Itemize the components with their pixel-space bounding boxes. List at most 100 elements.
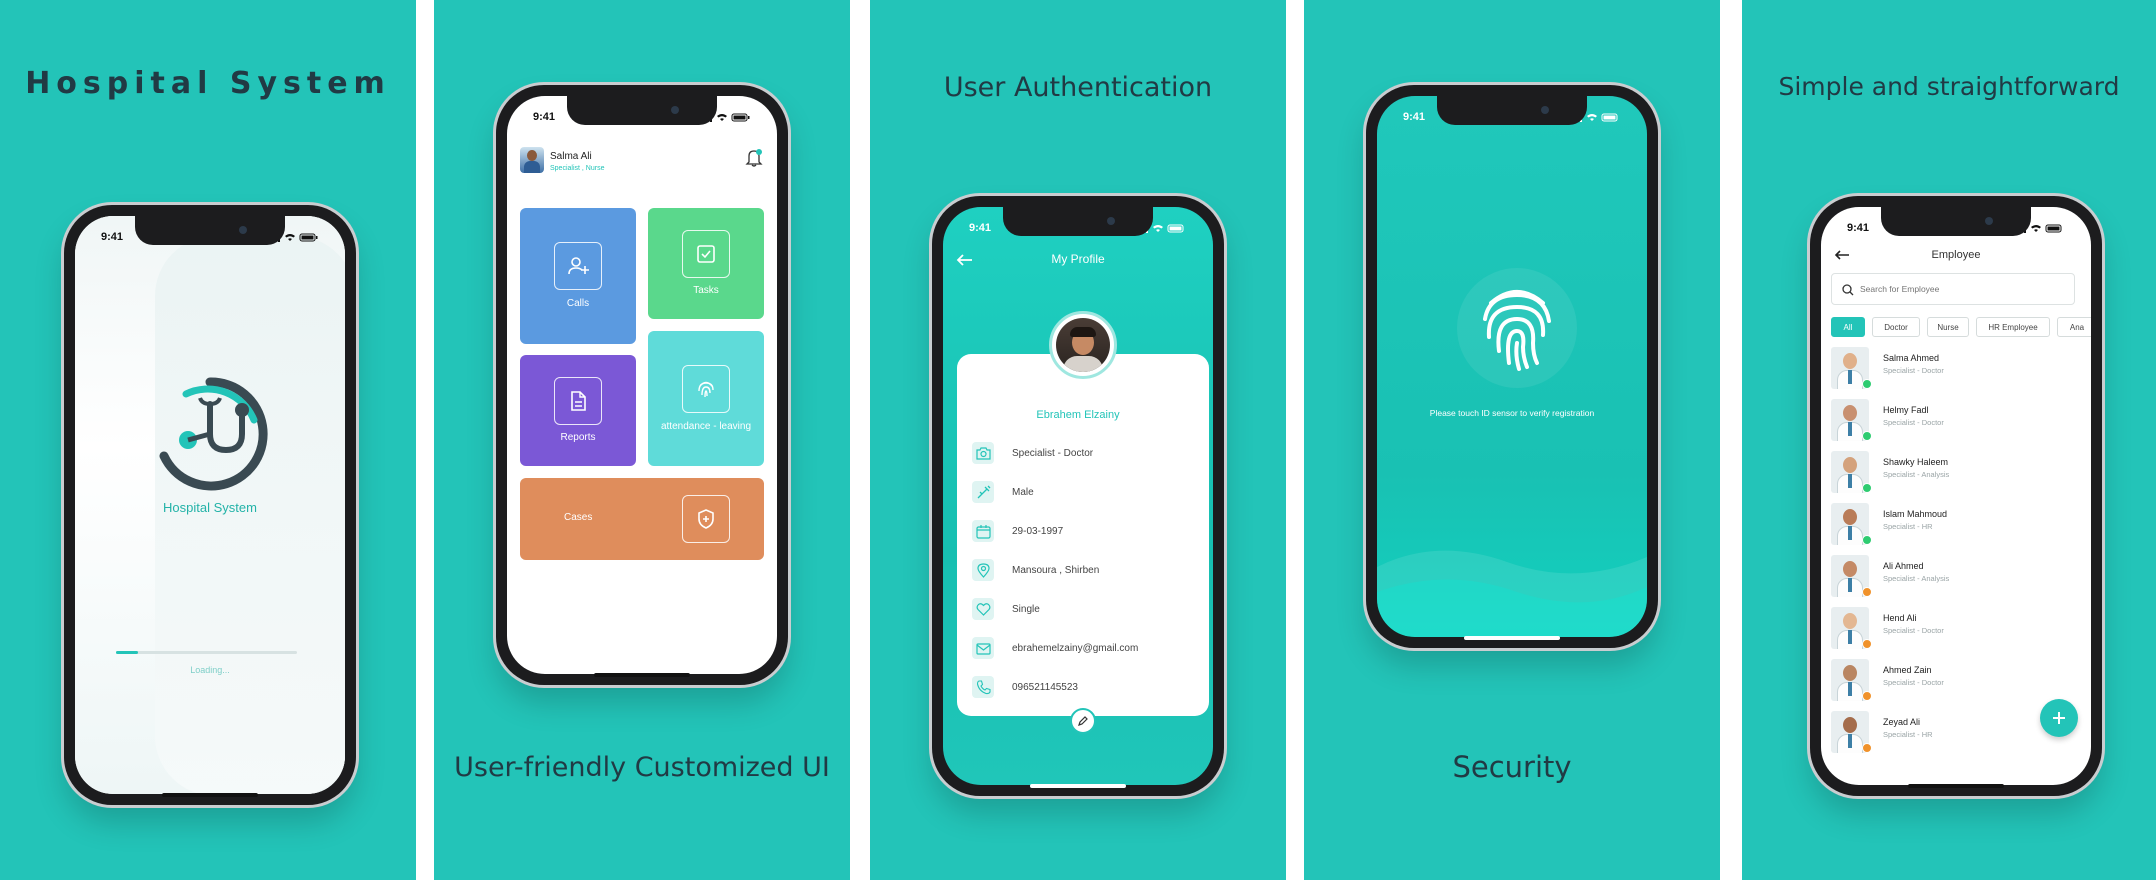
profile-row: Specialist - Doctor — [972, 439, 1093, 467]
profile-row-value: Mansoura , Shirben — [1012, 564, 1100, 576]
panel-caption: Simple and straightforward — [1778, 72, 2120, 101]
status-dot — [1862, 691, 1872, 701]
checkbox-icon — [682, 230, 730, 278]
tile-attendance[interactable]: attendance - leaving — [648, 331, 764, 466]
profile-row-value: 096521145523 — [1012, 681, 1078, 693]
phone-frame: 9:41 Salma Ali Specialist , Nurse Calls … — [496, 85, 788, 685]
profile-screen: 9:41 My Profile Ebrahem Elzainy Speciali… — [943, 207, 1213, 785]
employee-role: Specialist - HR — [1883, 730, 1933, 739]
home-indicator — [594, 673, 690, 677]
tile-reports[interactable]: Reports — [520, 355, 636, 466]
pencil-icon — [1078, 716, 1088, 726]
user-role: Specialist , Nurse — [550, 165, 605, 172]
tile-label: Tasks — [693, 285, 719, 296]
status-dot — [1862, 743, 1872, 753]
user-avatar[interactable] — [520, 147, 544, 173]
filter-chip-hr-employee[interactable]: HR Employee — [1976, 317, 2050, 337]
loading-progress-fill — [116, 651, 138, 654]
phone-icon — [972, 676, 994, 698]
phone-frame: 9:41 Hospital System Loading... — [64, 205, 356, 805]
phone-frame: 9:41 My Profile Ebrahem Elzainy Speciali… — [932, 196, 1224, 796]
home-indicator — [1464, 636, 1560, 640]
fingerprint-icon — [682, 365, 730, 413]
app-store-screenshots: { "status_time": "9:41", "panels": { "p1… — [0, 0, 2156, 880]
search-input[interactable] — [1860, 281, 2060, 297]
filter-chip-ana[interactable]: Ana — [2057, 317, 2091, 337]
list-item[interactable]: Helmy Fadl Specialist - Doctor — [1831, 395, 2091, 445]
fingerprint-sensor[interactable] — [1457, 268, 1577, 388]
bell-icon[interactable] — [745, 148, 763, 168]
loading-progress-bar — [116, 651, 297, 654]
list-item[interactable]: Islam Mahmoud Specialist - HR — [1831, 499, 2091, 549]
list-item[interactable]: Ali Ahmed Specialist - Analysis — [1831, 551, 2091, 601]
status-dot — [1862, 639, 1872, 649]
user-name: Salma Ali — [550, 151, 592, 162]
employee-screen: 9:41 Employee AllDoctorNurseHR EmployeeA… — [1821, 207, 2091, 785]
filter-chips: All Doctor Nurse HR Employee Ana — [1831, 317, 2091, 339]
employee-name: Ahmed Zain — [1883, 665, 1932, 675]
page-title: Employee — [1931, 249, 1981, 261]
syringe-icon — [972, 481, 994, 503]
fingerprint-message: Please touch ID sensor to verify registr… — [1429, 408, 1595, 418]
list-item[interactable]: Ahmed Zain Specialist - Doctor — [1831, 655, 2091, 705]
list-item[interactable]: Shawky Haleem Specialist - Analysis — [1831, 447, 2091, 497]
home-indicator — [1908, 784, 2004, 788]
shield-plus-icon — [682, 495, 730, 543]
status-time: 9:41 — [1403, 111, 1426, 123]
panel-caption: User-friendly Customized UI — [454, 752, 830, 783]
profile-row: 29-03-1997 — [972, 517, 1063, 545]
home-indicator — [162, 793, 258, 797]
employee-name: Helmy Fadl — [1883, 405, 1929, 415]
panel-dashboard: 9:41 Salma Ali Specialist , Nurse Calls … — [434, 0, 850, 880]
employee-name: Salma Ahmed — [1883, 353, 1940, 363]
wave-decoration — [1377, 550, 1647, 637]
tile-tasks[interactable]: Tasks — [648, 208, 764, 319]
profile-row: ebrahemelzainy@gmail.com — [972, 634, 1138, 662]
calendar-icon — [972, 520, 994, 542]
fingerprint-icon — [1483, 290, 1551, 371]
search-bar[interactable] — [1831, 273, 2075, 305]
employee-name: Shawky Haleem — [1883, 457, 1949, 467]
location-icon — [972, 559, 994, 581]
employee-role: Specialist - Doctor — [1883, 418, 1944, 427]
list-item[interactable]: Salma Ahmed Specialist - Doctor — [1831, 343, 2091, 393]
search-icon — [1842, 284, 1854, 296]
status-dot — [1862, 379, 1872, 389]
employee-role: Specialist - Analysis — [1883, 470, 1950, 479]
dashboard-screen: 9:41 Salma Ali Specialist , Nurse Calls … — [507, 96, 777, 674]
employee-name: Islam Mahmoud — [1883, 509, 1948, 519]
tile-calls[interactable]: Calls — [520, 208, 636, 344]
profile-row-value: Single — [1012, 603, 1040, 615]
heart-icon — [972, 598, 994, 620]
plus-icon — [2053, 712, 2065, 724]
panel-employees: Simple and straightforward 9:41 Employee… — [1742, 0, 2156, 880]
tile-label: Reports — [560, 432, 596, 443]
add-employee-button[interactable] — [2040, 699, 2078, 737]
status-dot — [1862, 587, 1872, 597]
home-indicator — [1030, 784, 1126, 788]
edit-button[interactable] — [1070, 708, 1096, 734]
profile-row: 096521145523 — [972, 673, 1078, 701]
panel-caption: Security — [1452, 750, 1572, 784]
filter-chip-doctor[interactable]: Doctor — [1872, 317, 1920, 337]
profile-row: Mansoura , Shirben — [972, 556, 1099, 584]
camera-icon — [972, 442, 994, 464]
employee-name: Zeyad Ali — [1883, 717, 1921, 727]
list-item[interactable]: Hend Ali Specialist - Doctor — [1831, 603, 2091, 653]
panel-profile: User Authentication 9:41 My Profile Ebra… — [870, 0, 1286, 880]
mail-icon — [972, 637, 994, 659]
stethoscope-logo-icon — [159, 377, 268, 491]
fingerprint-screen: 9:41 Please touch ID sensor to verify re… — [1377, 96, 1647, 637]
employee-name: Ali Ahmed — [1883, 561, 1924, 571]
filter-chip-nurse[interactable]: Nurse — [1927, 317, 1969, 337]
tile-label: attendance - leaving — [660, 421, 752, 432]
document-icon — [554, 377, 602, 425]
tile-cases[interactable]: Cases — [520, 478, 764, 560]
loading-text: Loading... — [190, 665, 230, 675]
splash-screen: 9:41 Hospital System Loading... — [75, 216, 345, 794]
status-dot — [1862, 431, 1872, 441]
profile-row: Male — [972, 478, 1034, 506]
user-plus-icon — [554, 242, 602, 290]
filter-chip-all[interactable]: All — [1831, 317, 1865, 337]
status-time: 9:41 — [1847, 222, 1870, 234]
